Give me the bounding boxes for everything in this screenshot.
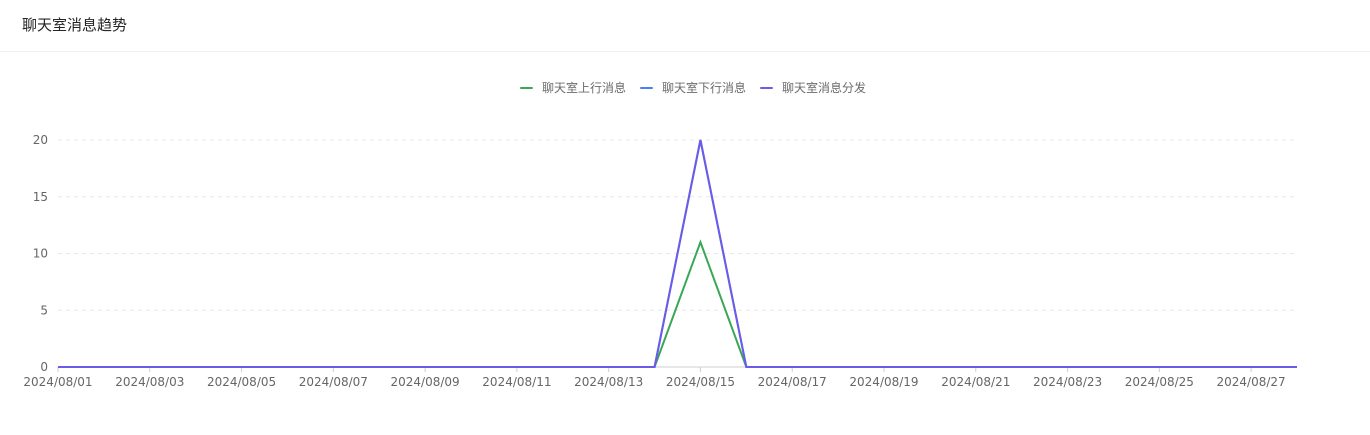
x-tick-label: 2024/08/13	[574, 375, 643, 389]
x-tick-label: 2024/08/01	[23, 375, 92, 389]
x-tick-label: 2024/08/19	[849, 375, 918, 389]
x-tick-label: 2024/08/11	[482, 375, 551, 389]
series-line-0	[58, 239, 1297, 368]
x-tick-label: 2024/08/25	[1125, 375, 1194, 389]
x-tick-label: 2024/08/23	[1033, 375, 1102, 389]
x-tick-label: 2024/08/27	[1217, 375, 1286, 389]
x-tick-label: 2024/08/15	[666, 375, 735, 389]
y-tick-label: 15	[33, 190, 48, 204]
x-tick-label: 2024/08/09	[391, 375, 460, 389]
x-tick-label: 2024/08/21	[941, 375, 1010, 389]
x-tick-label: 2024/08/03	[115, 375, 184, 389]
y-tick-label: 0	[40, 360, 48, 374]
y-tick-label: 5	[40, 303, 48, 317]
x-tick-label: 2024/08/17	[758, 375, 827, 389]
y-tick-label: 20	[33, 133, 48, 147]
line-chart: 0 5 10 15 20 2024/08/01 2024/08/03 2024/08/05 20…	[23, 133, 1297, 389]
x-tick-label: 2024/08/07	[299, 375, 368, 389]
y-tick-label: 10	[33, 247, 48, 261]
x-tick-label: 2024/08/05	[207, 375, 276, 389]
